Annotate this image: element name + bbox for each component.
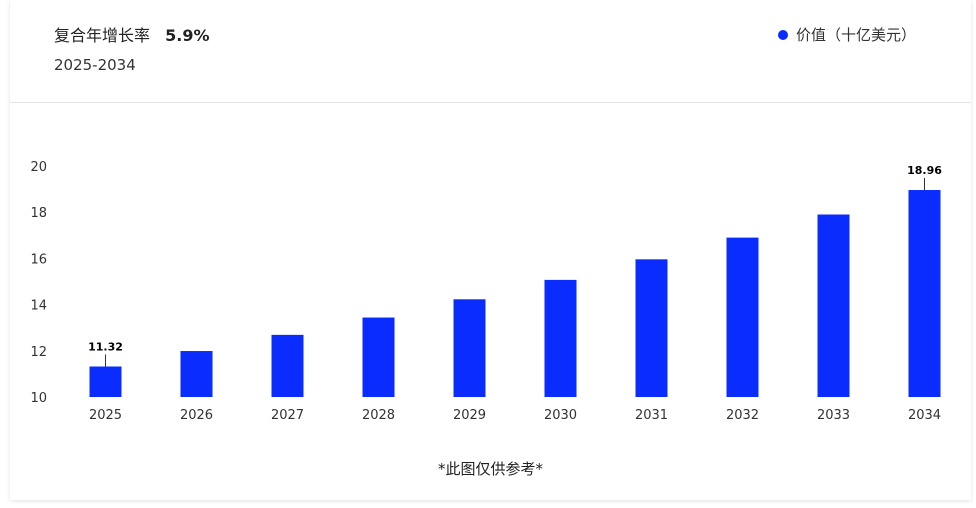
footnote: *此图仅供参考* <box>437 460 543 478</box>
y-tick-label: 20 <box>30 160 47 175</box>
x-tick-label: 2033 <box>817 408 850 423</box>
y-tick-label: 12 <box>30 345 47 360</box>
bar <box>817 214 850 397</box>
bar <box>635 259 668 397</box>
chart-card: 复合年增长率 5.9% 2025-2034 价值（十亿美元） 10 12 14 16 1… <box>10 0 971 500</box>
bar <box>908 190 941 397</box>
y-tick-label: 10 <box>30 391 47 406</box>
y-tick-label: 16 <box>30 252 47 267</box>
x-tick-label: 2032 <box>726 408 759 423</box>
y-tick-label: 18 <box>30 206 47 221</box>
x-tick-label: 2026 <box>180 408 213 423</box>
bar <box>453 299 486 397</box>
bar <box>89 366 122 397</box>
bar <box>271 334 304 397</box>
bar <box>362 317 395 397</box>
x-tick-label: 2027 <box>271 408 304 423</box>
bar <box>544 279 577 397</box>
x-tick-label: 2025 <box>89 408 122 423</box>
x-tick-label: 2028 <box>362 408 395 423</box>
bar <box>180 351 213 397</box>
bar <box>726 237 759 397</box>
x-tick-label: 2031 <box>635 408 668 423</box>
data-label: 18.96 <box>907 164 942 177</box>
bar-chart: 10 12 14 16 18 20 2025 11.32 2026 2027 2028 2029 203… <box>30 160 942 423</box>
x-tick-label: 2029 <box>453 408 486 423</box>
x-tick-label: 2030 <box>544 408 577 423</box>
data-label: 11.32 <box>88 341 123 354</box>
y-tick-label: 14 <box>30 299 47 314</box>
x-tick-label: 2034 <box>908 408 941 423</box>
